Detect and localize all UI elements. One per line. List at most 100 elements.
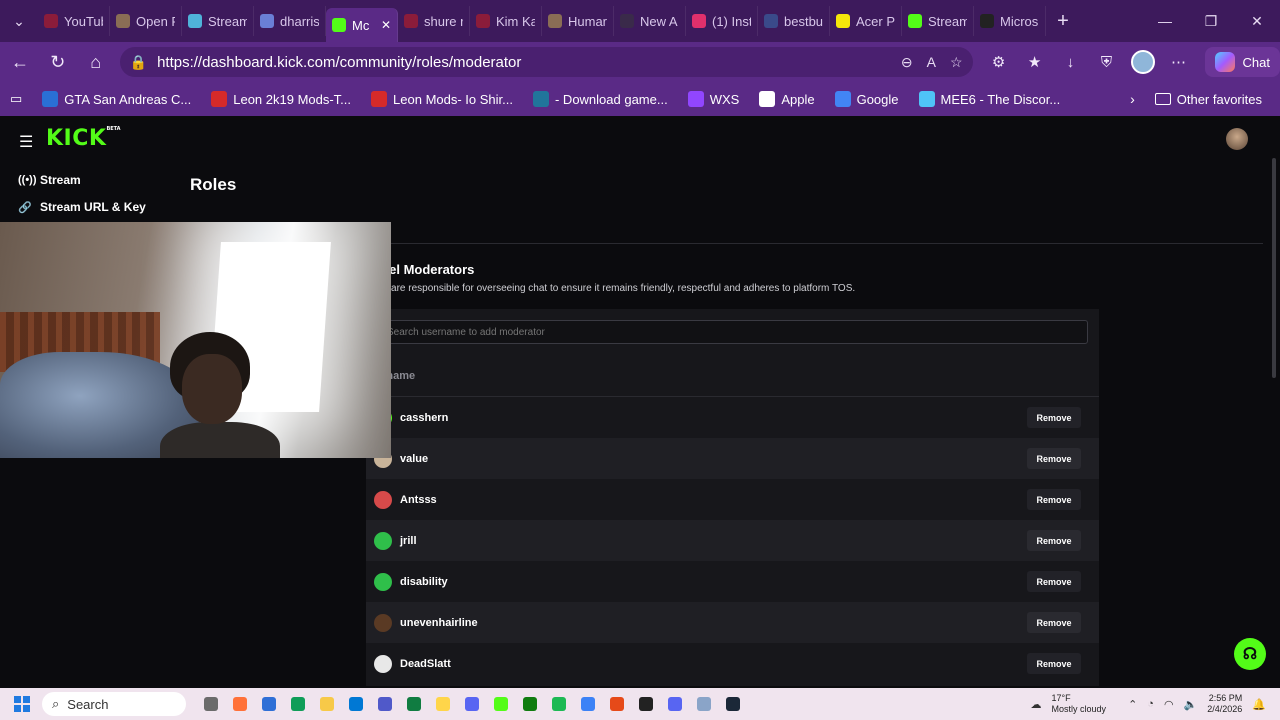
- favorites-bar-icon[interactable]: ▭: [10, 91, 22, 107]
- tab-favicon-icon: [116, 14, 130, 28]
- tab-favicon-icon: [332, 18, 346, 32]
- favorite-link[interactable]: - Download game...: [532, 91, 668, 107]
- cloud-icon: ☁: [1030, 698, 1042, 711]
- chevron-up-icon[interactable]: ⌃: [1128, 698, 1137, 711]
- taskbar-app-icon[interactable]: [602, 692, 631, 716]
- taskbar-app-icon[interactable]: [283, 692, 312, 716]
- close-window-icon[interactable]: ✕: [1234, 0, 1280, 42]
- browser-tab[interactable]: (1) Inst: [686, 6, 758, 36]
- browser-tab[interactable]: Acer Pr: [830, 6, 902, 36]
- favorite-favicon-icon: [834, 91, 851, 107]
- other-favorites[interactable]: Other favorites: [1154, 92, 1262, 107]
- taskbar-app-icon[interactable]: [486, 692, 515, 716]
- browser-tab[interactable]: bestbu: [758, 6, 830, 36]
- downloads-icon[interactable]: ↓: [1053, 46, 1089, 78]
- browser-tab[interactable]: Stream: [902, 6, 974, 36]
- close-tab-icon[interactable]: ✕: [381, 18, 391, 32]
- taskbar-apps: [196, 692, 747, 716]
- taskbar-app-icon[interactable]: [428, 692, 457, 716]
- remove-moderator-button[interactable]: Remove: [1027, 448, 1081, 469]
- remove-moderator-button[interactable]: Remove: [1027, 489, 1081, 510]
- taskbar-app-icon[interactable]: [370, 692, 399, 716]
- page-scrollbar[interactable]: [1272, 158, 1276, 378]
- favorite-star-icon[interactable]: ☆: [950, 54, 963, 71]
- profile-icon[interactable]: [1125, 46, 1161, 78]
- taskbar-app-icon[interactable]: [631, 692, 660, 716]
- browser-tab[interactable]: Micros: [974, 6, 1046, 36]
- favorite-link[interactable]: MEE6 - The Discor...: [918, 91, 1060, 107]
- browser-tab[interactable]: Humar: [542, 6, 614, 36]
- favorite-link[interactable]: Leon 2k19 Mods-T...: [211, 91, 351, 107]
- more-menu-icon[interactable]: ⋯: [1161, 46, 1197, 78]
- zoom-icon[interactable]: ⊖: [901, 54, 913, 71]
- browser-tab[interactable]: shure r: [398, 6, 470, 36]
- taskbar-app-icon[interactable]: [515, 692, 544, 716]
- sidebar-item-stream[interactable]: ((•)) Stream: [18, 173, 81, 187]
- kick-logo[interactable]: KICKBETA: [46, 126, 121, 151]
- help-chat-icon[interactable]: ☊: [1234, 638, 1266, 670]
- home-icon[interactable]: ⌂: [78, 46, 114, 78]
- moderators-panel: ername casshernRemovevalueRemoveAntsssRe…: [366, 309, 1099, 686]
- favorite-link[interactable]: Leon Mods- Io Shir...: [371, 91, 513, 107]
- favorite-favicon-icon: [687, 91, 704, 107]
- moderator-search-input[interactable]: [376, 320, 1088, 344]
- remove-moderator-button[interactable]: Remove: [1027, 571, 1081, 592]
- url-text[interactable]: https://dashboard.kick.com/community/rol…: [157, 54, 891, 71]
- favorite-link[interactable]: GTA San Andreas C...: [42, 91, 191, 107]
- taskbar-app-icon[interactable]: [399, 692, 428, 716]
- wifi-icon[interactable]: ◠: [1164, 698, 1174, 711]
- taskbar-app-icon[interactable]: [689, 692, 718, 716]
- taskbar-app-icon[interactable]: [660, 692, 689, 716]
- site-info-icon[interactable]: 🔒: [130, 54, 147, 71]
- browser-tab[interactable]: Kim Ka: [470, 6, 542, 36]
- browser-tab[interactable]: dharris: [254, 6, 326, 36]
- taskbar-app-icon[interactable]: [312, 692, 341, 716]
- address-bar[interactable]: 🔒 https://dashboard.kick.com/community/r…: [119, 47, 973, 77]
- minimize-icon[interactable]: —: [1142, 0, 1188, 42]
- sidebar-item-stream-url-key[interactable]: 🔗 Stream URL & Key: [18, 200, 146, 214]
- browser-tab[interactable]: Stream: [182, 6, 254, 36]
- back-icon[interactable]: ←: [2, 46, 38, 78]
- favorite-link[interactable]: WXS: [687, 91, 739, 107]
- tab-label: Stream: [928, 13, 967, 29]
- remove-moderator-button[interactable]: Remove: [1027, 407, 1081, 428]
- favorites-overflow-icon[interactable]: ›: [1130, 91, 1135, 107]
- network-icon[interactable]: ◔: [1147, 698, 1154, 710]
- clock[interactable]: 2:56 PM 2/4/2026: [1207, 693, 1242, 715]
- browser-essentials-icon[interactable]: ⛨: [1089, 46, 1125, 78]
- browser-tab[interactable]: YouTube: [38, 6, 110, 36]
- browser-tab[interactable]: Mc ✕: [326, 8, 398, 42]
- taskbar-app-icon[interactable]: [457, 692, 486, 716]
- favorite-label: Apple: [781, 91, 815, 107]
- taskbar-app-icon[interactable]: [254, 692, 283, 716]
- person: [160, 332, 280, 458]
- start-icon[interactable]: [14, 696, 30, 712]
- weather-widget[interactable]: 17°F Mostly cloudy: [1052, 693, 1107, 715]
- user-avatar[interactable]: [1226, 128, 1248, 150]
- taskbar-search[interactable]: ⌕ Search: [42, 692, 186, 716]
- restore-icon[interactable]: ❐: [1188, 0, 1234, 42]
- taskbar-app-icon[interactable]: [225, 692, 254, 716]
- remove-moderator-button[interactable]: Remove: [1027, 612, 1081, 633]
- refresh-icon[interactable]: ↻: [40, 46, 76, 78]
- extensions-icon[interactable]: ⚙: [981, 46, 1017, 78]
- browser-tab[interactable]: Open F: [110, 6, 182, 36]
- new-tab-button[interactable]: +: [1046, 10, 1080, 33]
- favorite-link[interactable]: Google: [834, 91, 899, 107]
- taskbar-app-icon[interactable]: [544, 692, 573, 716]
- remove-moderator-button[interactable]: Remove: [1027, 530, 1081, 551]
- taskbar-app-icon[interactable]: [573, 692, 602, 716]
- read-aloud-icon[interactable]: A: [927, 54, 936, 71]
- favorites-icon[interactable]: ★: [1017, 46, 1053, 78]
- browser-tab[interactable]: New A: [614, 6, 686, 36]
- copilot-chat-button[interactable]: Chat: [1204, 47, 1280, 77]
- hamburger-menu-icon[interactable]: ☰: [19, 132, 33, 152]
- volume-icon[interactable]: 🔈: [1184, 698, 1198, 711]
- taskbar-app-icon[interactable]: [341, 692, 370, 716]
- notifications-icon[interactable]: 🔔: [1252, 698, 1266, 711]
- taskbar-app-icon[interactable]: [718, 692, 747, 716]
- remove-moderator-button[interactable]: Remove: [1027, 653, 1081, 674]
- favorite-link[interactable]: Apple: [759, 91, 815, 107]
- tab-actions-icon[interactable]: ⌄: [0, 0, 38, 42]
- taskbar-app-icon[interactable]: [196, 692, 225, 716]
